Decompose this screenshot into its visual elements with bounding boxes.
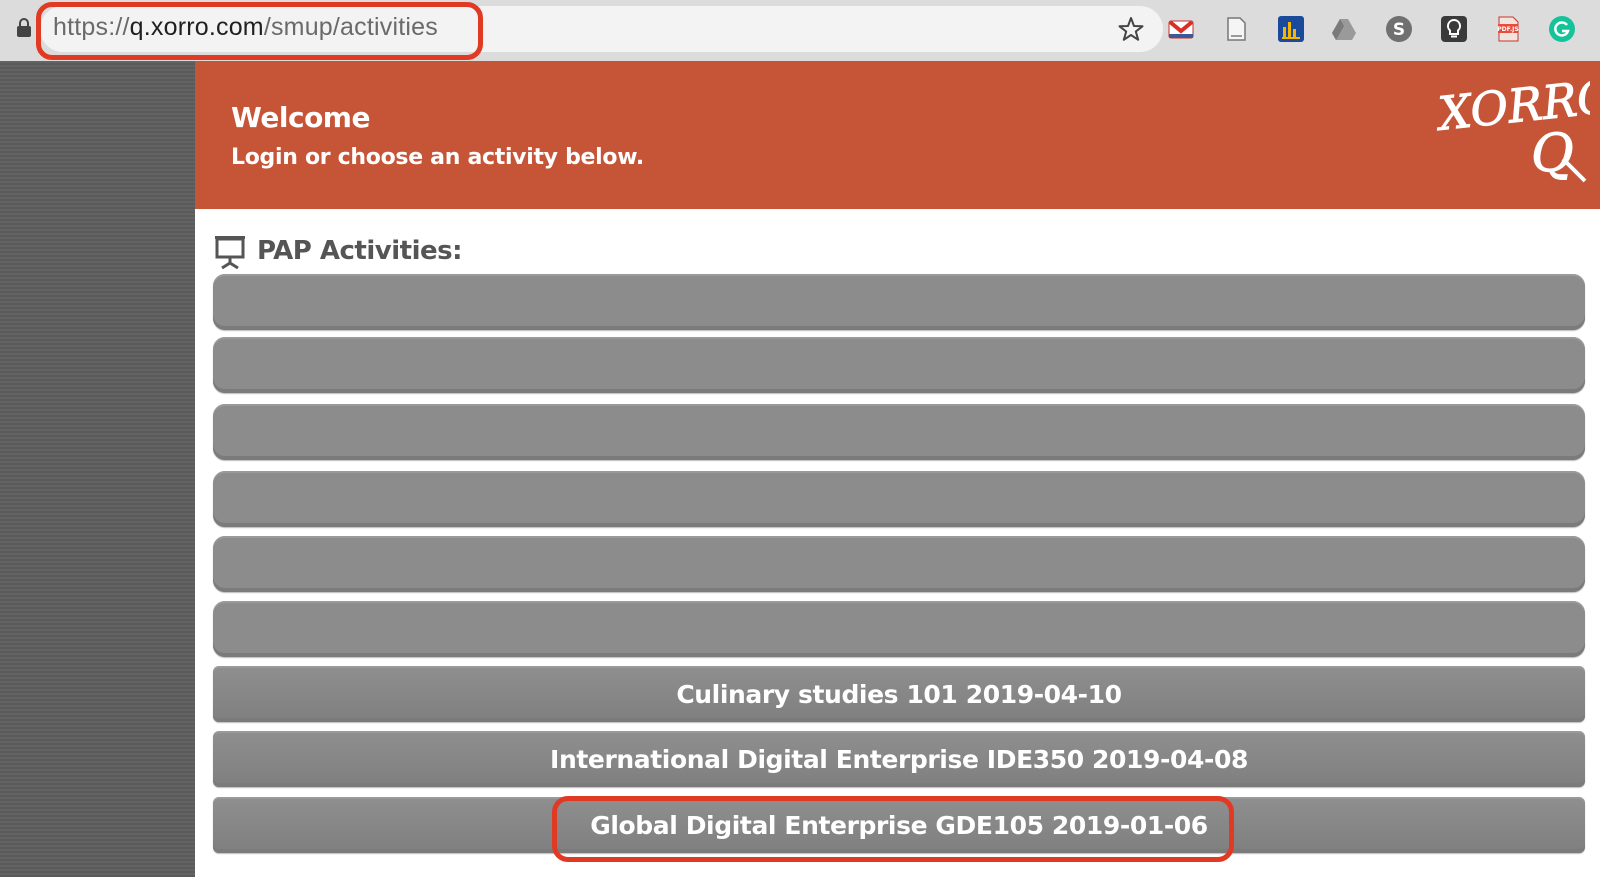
grammarly-icon[interactable] [1548, 15, 1576, 43]
browser-toolbar: https://q.xorro.com/smup/activities S PD… [0, 0, 1600, 61]
analytics-icon[interactable] [1277, 15, 1305, 43]
url-highlight-annotation [36, 2, 483, 60]
left-gutter [0, 61, 195, 877]
pdf-js-label: PDF.JS [1497, 26, 1518, 33]
activity-button-ide350[interactable]: International Digital Enterprise IDE350 … [213, 731, 1585, 787]
main-content: Welcome Login or choose an activity belo… [195, 61, 1600, 877]
activity-button[interactable] [213, 274, 1585, 330]
activity-label: Culinary studies 101 2019-04-10 [676, 679, 1122, 709]
welcome-banner: Welcome Login or choose an activity belo… [195, 61, 1600, 209]
lightbulb-icon[interactable] [1440, 15, 1468, 43]
activity-button[interactable] [213, 601, 1585, 657]
document-icon[interactable] [1222, 15, 1250, 43]
activity-label: Global Digital Enterprise GDE105 2019-01… [590, 810, 1208, 840]
gmail-icon[interactable] [1167, 15, 1195, 43]
section-title: PAP Activities: [213, 231, 462, 271]
welcome-subtitle: Login or choose an activity below. [231, 145, 644, 170]
activity-button[interactable] [213, 404, 1585, 460]
bookmark-star-icon[interactable] [1117, 15, 1145, 43]
activity-button[interactable] [213, 471, 1585, 527]
drive-icon[interactable] [1330, 15, 1358, 43]
activity-button[interactable] [213, 337, 1585, 393]
xorro-q-logo: XORRO Q [1435, 73, 1590, 185]
activity-button[interactable] [213, 536, 1585, 592]
pdf-js-icon[interactable]: PDF.JS [1494, 15, 1522, 43]
activity-label: International Digital Enterprise IDE350 … [550, 744, 1248, 774]
welcome-heading: Welcome [231, 101, 370, 134]
projector-icon [215, 236, 245, 269]
activity-button-gde105[interactable]: Global Digital Enterprise GDE105 2019-01… [213, 797, 1585, 853]
lock-icon [17, 18, 31, 37]
logo-q: Q [1531, 124, 1574, 184]
section-title-label: PAP Activities: [257, 236, 462, 266]
activity-button-culinary[interactable]: Culinary studies 101 2019-04-10 [213, 666, 1585, 722]
s-extension-label: S [1393, 20, 1405, 40]
s-extension-icon[interactable]: S [1385, 15, 1413, 43]
